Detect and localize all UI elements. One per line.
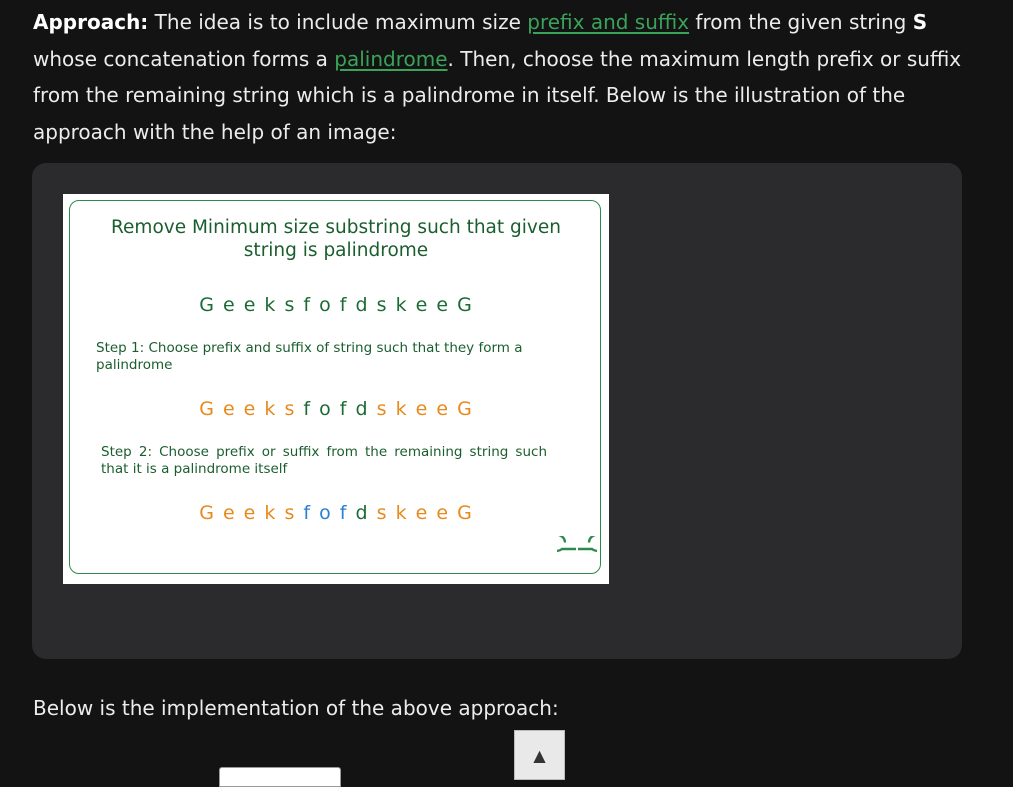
step-2-text: Step 2: Choose prefix or suffix from the…	[101, 444, 547, 477]
scroll-up-button[interactable]: ▲	[514, 730, 565, 780]
gfg-logo-icon	[557, 536, 597, 552]
code-language-tab[interactable]	[219, 767, 341, 787]
string-row-step1: G e e k s f o f d s k e e G	[63, 398, 609, 420]
string-row-original: G e e k s f o f d s k e e G	[63, 294, 609, 316]
approach-label: Approach:	[33, 10, 149, 34]
string-segment-green: d	[355, 502, 377, 524]
illustration-image: Remove Minimum size substring such that …	[63, 194, 609, 584]
string-segment-orange: s k e e G	[376, 398, 473, 420]
string-segment-orange: G e e k s	[199, 502, 296, 524]
scroll-up-icon: ▲	[533, 746, 546, 765]
approach-paragraph: Approach: The idea is to include maximum…	[33, 4, 973, 151]
string-segment-green: G e e k s f o f d s k e e G	[199, 294, 473, 316]
approach-text-2: from the given string	[689, 10, 913, 34]
string-segment-blue: f o f	[295, 502, 356, 524]
string-segment-orange: s k e e G	[376, 502, 473, 524]
step-1-text: Step 1: Choose prefix and suffix of stri…	[96, 340, 523, 373]
approach-text-1: The idea is to include maximum size	[148, 10, 528, 34]
string-segment-orange: G e e k s	[199, 398, 296, 420]
illustration-title: Remove Minimum size substring such that …	[111, 217, 561, 261]
string-s-label: S	[912, 10, 928, 34]
implementation-heading: Below is the implementation of the above…	[33, 696, 559, 720]
string-segment-green: f o f d	[295, 398, 377, 420]
prefix-suffix-link[interactable]: prefix and suffix	[527, 10, 689, 34]
string-row-step2: G e e k s f o f d s k e e G	[63, 502, 609, 524]
approach-text-3: whose concatenation forms a	[33, 46, 335, 71]
palindrome-link[interactable]: palindrome	[334, 47, 447, 71]
